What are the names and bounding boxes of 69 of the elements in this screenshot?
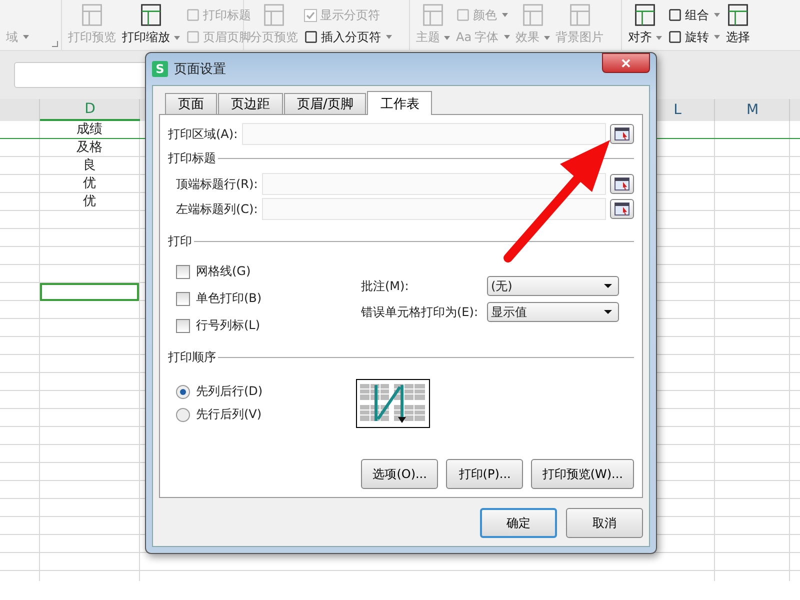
checkbox[interactable] (176, 292, 190, 306)
tool-icon (80, 3, 104, 27)
table-cell[interactable]: 优 (40, 193, 139, 211)
radio-button[interactable] (176, 408, 190, 422)
tab[interactable]: 页眉/页脚 (284, 93, 366, 114)
ribbon-button[interactable]: 旋转 (668, 28, 720, 46)
tool-icon (186, 30, 200, 44)
tool-icon (421, 3, 445, 27)
radio-label: 先行后列(V) (196, 406, 262, 423)
table-cell[interactable]: 及格 (40, 139, 139, 157)
section-heading: 打印顺序 (168, 349, 216, 366)
checkbox-label: 网格线(G) (196, 263, 251, 280)
dialog-button[interactable]: 打印预览(W)... (531, 459, 634, 489)
field-label: 顶端标题行(R): (176, 176, 258, 192)
dialog-button[interactable]: 选项(O)... (361, 459, 438, 489)
range-picker-button[interactable] (610, 199, 634, 219)
radio-label: 先列后行(D) (196, 383, 263, 400)
input-field[interactable] (262, 173, 606, 195)
tool-icon (186, 8, 200, 22)
range-select-icon (614, 127, 630, 141)
checkbox[interactable] (176, 318, 190, 332)
tool-icon (668, 30, 682, 44)
tab[interactable]: 工作表 (367, 91, 432, 115)
tab[interactable]: 页边距 (218, 93, 283, 114)
ribbon-button[interactable]: 打印缩放 (122, 3, 180, 46)
section-heading: 打印 (168, 233, 192, 250)
column-header[interactable]: M (715, 99, 790, 121)
tool-icon (304, 30, 318, 44)
tool-icon (726, 3, 750, 27)
input-field[interactable] (262, 198, 606, 220)
range-picker-button[interactable] (610, 174, 634, 194)
range-select-icon (614, 177, 630, 191)
tool-icon (668, 8, 682, 22)
field-label: 左端标题列(C): (176, 200, 258, 218)
app-logo: S (152, 61, 168, 77)
tab[interactable]: 页面 (165, 93, 217, 114)
section-heading: 打印标题 (168, 150, 216, 167)
dropdown[interactable]: 显示值 (487, 302, 619, 322)
field-label: 打印区域(A): (168, 126, 238, 142)
range-picker-button[interactable] (610, 124, 634, 144)
dropdown[interactable]: (无) (487, 276, 619, 296)
checkbox-label: 行号列标(L) (196, 317, 260, 334)
checkbox-label: 单色打印(B) (196, 290, 262, 307)
table-cell[interactable] (40, 283, 139, 301)
tool-icon (262, 3, 286, 27)
dialog-button[interactable]: 确定 (480, 508, 557, 538)
ribbon-button[interactable]: 对齐 (628, 3, 662, 46)
field-label: 批注(M): (361, 278, 410, 294)
ribbon-button[interactable]: 选择 (726, 3, 750, 46)
tool-icon (139, 3, 163, 27)
tool-icon (568, 3, 592, 27)
tool-icon (633, 3, 657, 27)
dialog-button[interactable]: 取消 (566, 508, 643, 538)
table-cell[interactable]: 优 (40, 175, 139, 193)
dialog-button[interactable]: 打印(P)... (446, 459, 524, 489)
checkbox-icon (304, 8, 317, 22)
ribbon-button[interactable]: 插入分页符 (304, 28, 392, 46)
ribbon-button[interactable]: 组合 (668, 6, 720, 24)
window-title: 页面设置 (174, 61, 227, 78)
radio-button[interactable] (176, 384, 190, 398)
checkbox[interactable] (176, 264, 190, 278)
tool-icon (456, 8, 470, 22)
table-cell[interactable]: 良 (40, 157, 139, 175)
field-label: 错误单元格打印为(E): (361, 304, 479, 320)
input-field[interactable] (242, 123, 606, 145)
table-cell[interactable]: 成绩 (40, 121, 139, 139)
tool-icon (520, 3, 545, 27)
launcher-icon[interactable] (52, 41, 58, 47)
range-select-icon (614, 202, 630, 216)
